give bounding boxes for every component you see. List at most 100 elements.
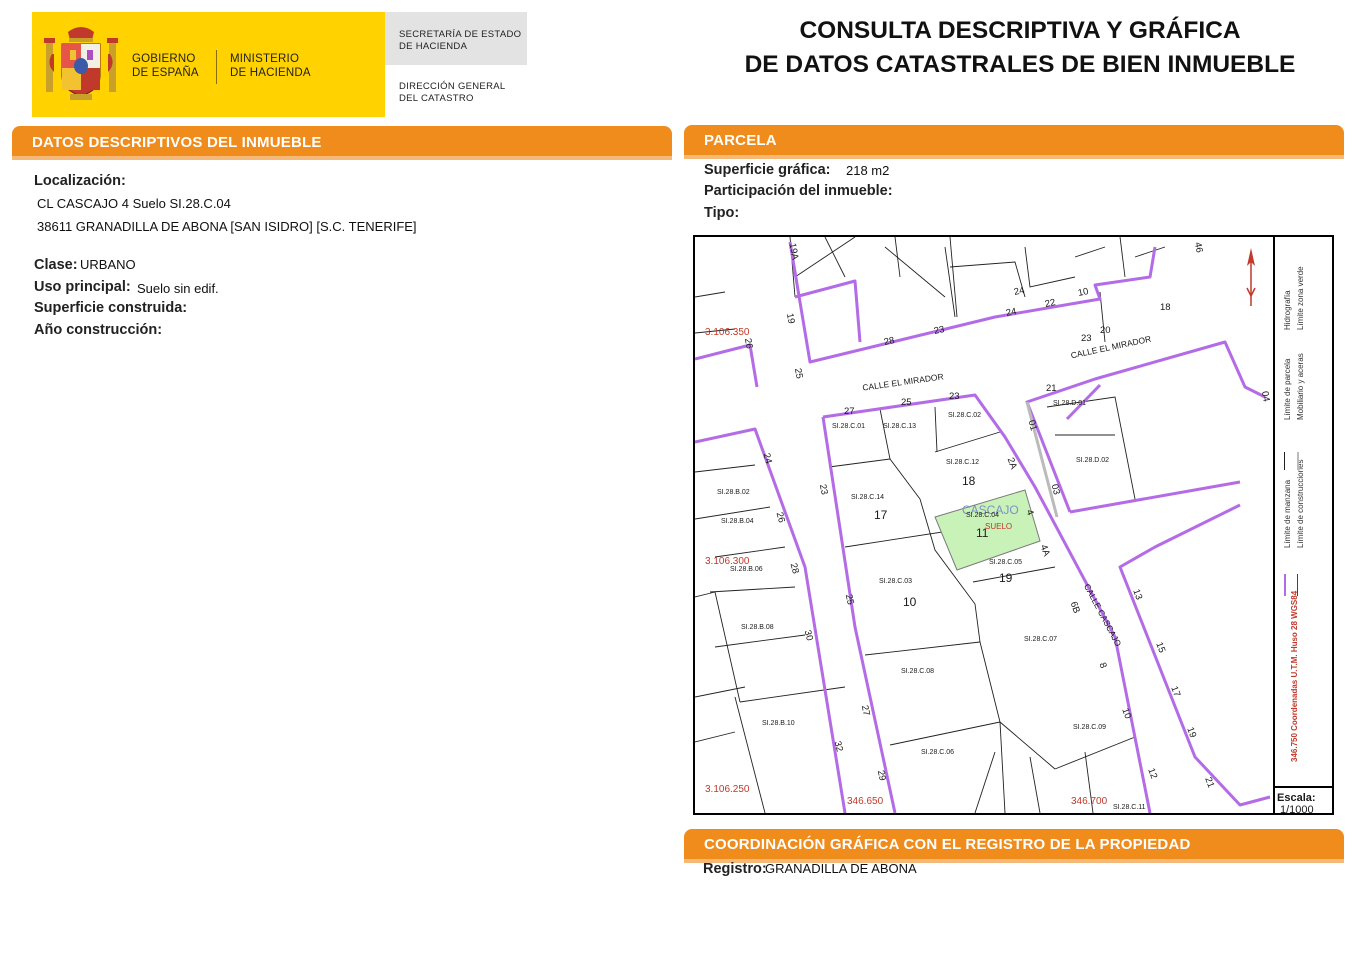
parcel-ref: SI.28.D.01: [1053, 400, 1087, 407]
parcel-ref: SI.28.C.14: [851, 494, 885, 501]
portal-number: 28: [882, 335, 896, 348]
coat-of-arms-icon: [44, 27, 118, 100]
portal-number: 46: [1191, 241, 1205, 254]
portal-number: 27: [844, 406, 855, 417]
parcel-ref: SI.28.D.02: [1076, 457, 1110, 464]
superficie-construida-label: Superficie construida:: [34, 300, 188, 316]
section-datos-descriptivos: DATOS DESCRIPTIVOS DEL INMUEBLE: [12, 126, 672, 160]
portal-number: 24: [1004, 306, 1018, 319]
legend-hidrografia: Hidrografía: [1283, 290, 1292, 330]
portal-number: 25: [791, 367, 805, 380]
portal-number: 26: [741, 337, 755, 350]
portal-number: 04: [1258, 390, 1272, 403]
legend-swatch-purple: [1284, 574, 1286, 596]
legend-swatch-grey: [1297, 452, 1299, 470]
portal-number: 24: [1012, 285, 1026, 298]
portal-number: 25: [842, 593, 856, 606]
utm-coordinates-note: 346.750 Coordenadas U.T.M. Huso 28 WGS84: [1290, 590, 1299, 762]
direccion-line1: DIRECCIÓN GENERAL: [399, 81, 506, 92]
highlight-suelo-label: SUELO: [985, 522, 1013, 531]
ministerio-line1: MINISTERIO: [230, 53, 300, 65]
portal-number: 10: [1076, 286, 1090, 299]
clase-label: Clase:: [34, 257, 78, 273]
parcel-ref: SI.28.C.05: [989, 559, 1023, 566]
document-title: CONSULTA DESCRIPTIVA Y GRÁFICA DE DATOS …: [690, 14, 1350, 82]
gobierno-line2: DE ESPAÑA: [132, 67, 199, 79]
section-parcela-title: PARCELA: [704, 132, 777, 149]
coord-label-1: 3.106.350: [705, 327, 750, 338]
legend-construcciones: Límite de construcciones: [1296, 459, 1305, 549]
superficie-grafica-label: Superficie gráfica:: [704, 162, 831, 178]
direccion-line2: DEL CATASTRO: [399, 93, 474, 104]
portal-number: 23: [949, 391, 960, 402]
logo-divider: [216, 50, 217, 84]
parcel-ref: SI.28.B.04: [721, 518, 754, 525]
coord-label-5: 346.700: [1071, 796, 1108, 807]
parcel-number: 18: [962, 474, 976, 488]
parcel-ref: SI.28.B.10: [762, 720, 795, 727]
portal-number: 21: [1046, 383, 1057, 394]
north-arrow-icon: [1246, 248, 1256, 306]
portal-number: 23: [1081, 333, 1092, 344]
parcel-ref: SI.28.C.12: [946, 459, 980, 466]
uso-label: Uso principal:: [34, 279, 131, 295]
parcel-ref: SI.28.C.07: [1024, 636, 1058, 643]
portal-number: 23: [816, 483, 830, 496]
legend-zona-verde: Límite zona verde: [1296, 266, 1305, 330]
portal-number: 27: [858, 704, 872, 717]
participacion-label: Participación del inmueble:: [704, 183, 893, 199]
section-registro: COORDINACIÓN GRÁFICA CON EL REGISTRO DE …: [684, 829, 1344, 863]
coord-label-3: 3.106.250: [705, 784, 750, 795]
superficie-grafica-value: 218 m2: [846, 163, 890, 178]
title-line2: DE DATOS CATASTRALES DE BIEN INMUEBLE: [744, 51, 1296, 78]
parcel-ref: SI.28.C.09: [1073, 724, 1107, 731]
portal-number: 20: [1100, 325, 1111, 336]
registro-value: GRANADILLA DE ABONA: [765, 861, 917, 876]
localizacion-line1: CL CASCAJO 4 Suelo SI.28.C.04: [37, 196, 231, 211]
highlight-number: 11: [976, 526, 989, 540]
legend-mobiliario: Mobiliario y aceras: [1296, 353, 1305, 420]
clase-value: URBANO: [80, 257, 136, 272]
parcel-ref: SI.28.B.08: [741, 624, 774, 631]
ministerio-text: MINISTERIO DE HACIENDA: [230, 52, 311, 80]
parcel-ref: SI.28.C.13: [883, 423, 917, 430]
parcel-ref: SI.28.C.01: [832, 423, 866, 430]
legend-manzana: Límite de manzana: [1283, 479, 1292, 548]
scale-value: 1/1000: [1280, 804, 1314, 816]
portal-number: 29: [874, 769, 888, 782]
section-parcela: PARCELA: [684, 125, 1344, 159]
parcel-ref: SI.28.C.06: [921, 749, 955, 756]
legend-divider: [1273, 237, 1275, 813]
uso-value: Suelo sin edif.: [137, 281, 219, 296]
gobierno-text: GOBIERNO DE ESPAÑA: [132, 52, 199, 80]
highlight-ref-label: SI.28.C.04: [966, 512, 1000, 519]
portal-number: 22: [1043, 297, 1057, 310]
ministerio-line2: DE HACIENDA: [230, 67, 311, 79]
scale-divider: [1275, 786, 1333, 788]
portal-number: 19: [783, 312, 797, 325]
section-datos-descriptivos-title: DATOS DESCRIPTIVOS DEL INMUEBLE: [32, 134, 322, 151]
portal-number: 23: [932, 324, 946, 337]
anio-construccion-label: Año construcción:: [34, 322, 163, 338]
government-logo-block: GOBIERNO DE ESPAÑA MINISTERIO DE HACIEND…: [32, 12, 385, 117]
parcel-number: 19: [999, 571, 1013, 585]
legend-swatch-black: [1284, 452, 1285, 470]
gobierno-line1: GOBIERNO: [132, 53, 196, 65]
secretaria-line2: DE HACIENDA: [399, 41, 468, 52]
secretaria-line1: SECRETARÍA DE ESTADO: [399, 29, 522, 40]
coord-label-4: 346.650: [847, 796, 884, 807]
parcel-ref: SI.28.C.02: [948, 412, 982, 419]
portal-number: 25: [901, 397, 912, 408]
parcel-ref: SI.28.C.08: [901, 668, 935, 675]
direccion-text: DIRECCIÓN GENERAL DEL CATASTRO: [399, 81, 505, 105]
parcel-ref: SI.28.B.02: [717, 489, 750, 496]
parcel-number: 10: [903, 595, 917, 609]
title-line1: CONSULTA DESCRIPTIVA Y GRÁFICA: [799, 17, 1241, 44]
localizacion-line2: 38611 GRANADILLA DE ABONA [SAN ISIDRO] […: [37, 219, 417, 234]
secretaria-text: SECRETARÍA DE ESTADO DE HACIENDA: [399, 29, 521, 53]
section-registro-title: COORDINACIÓN GRÁFICA CON EL REGISTRO DE …: [704, 836, 1191, 853]
portal-number: 18: [1160, 302, 1171, 313]
parcel-ref: SI.28.C.03: [879, 578, 913, 585]
localizacion-label: Localización:: [34, 173, 126, 189]
parcel-ref: SI.28.B.06: [730, 566, 763, 573]
